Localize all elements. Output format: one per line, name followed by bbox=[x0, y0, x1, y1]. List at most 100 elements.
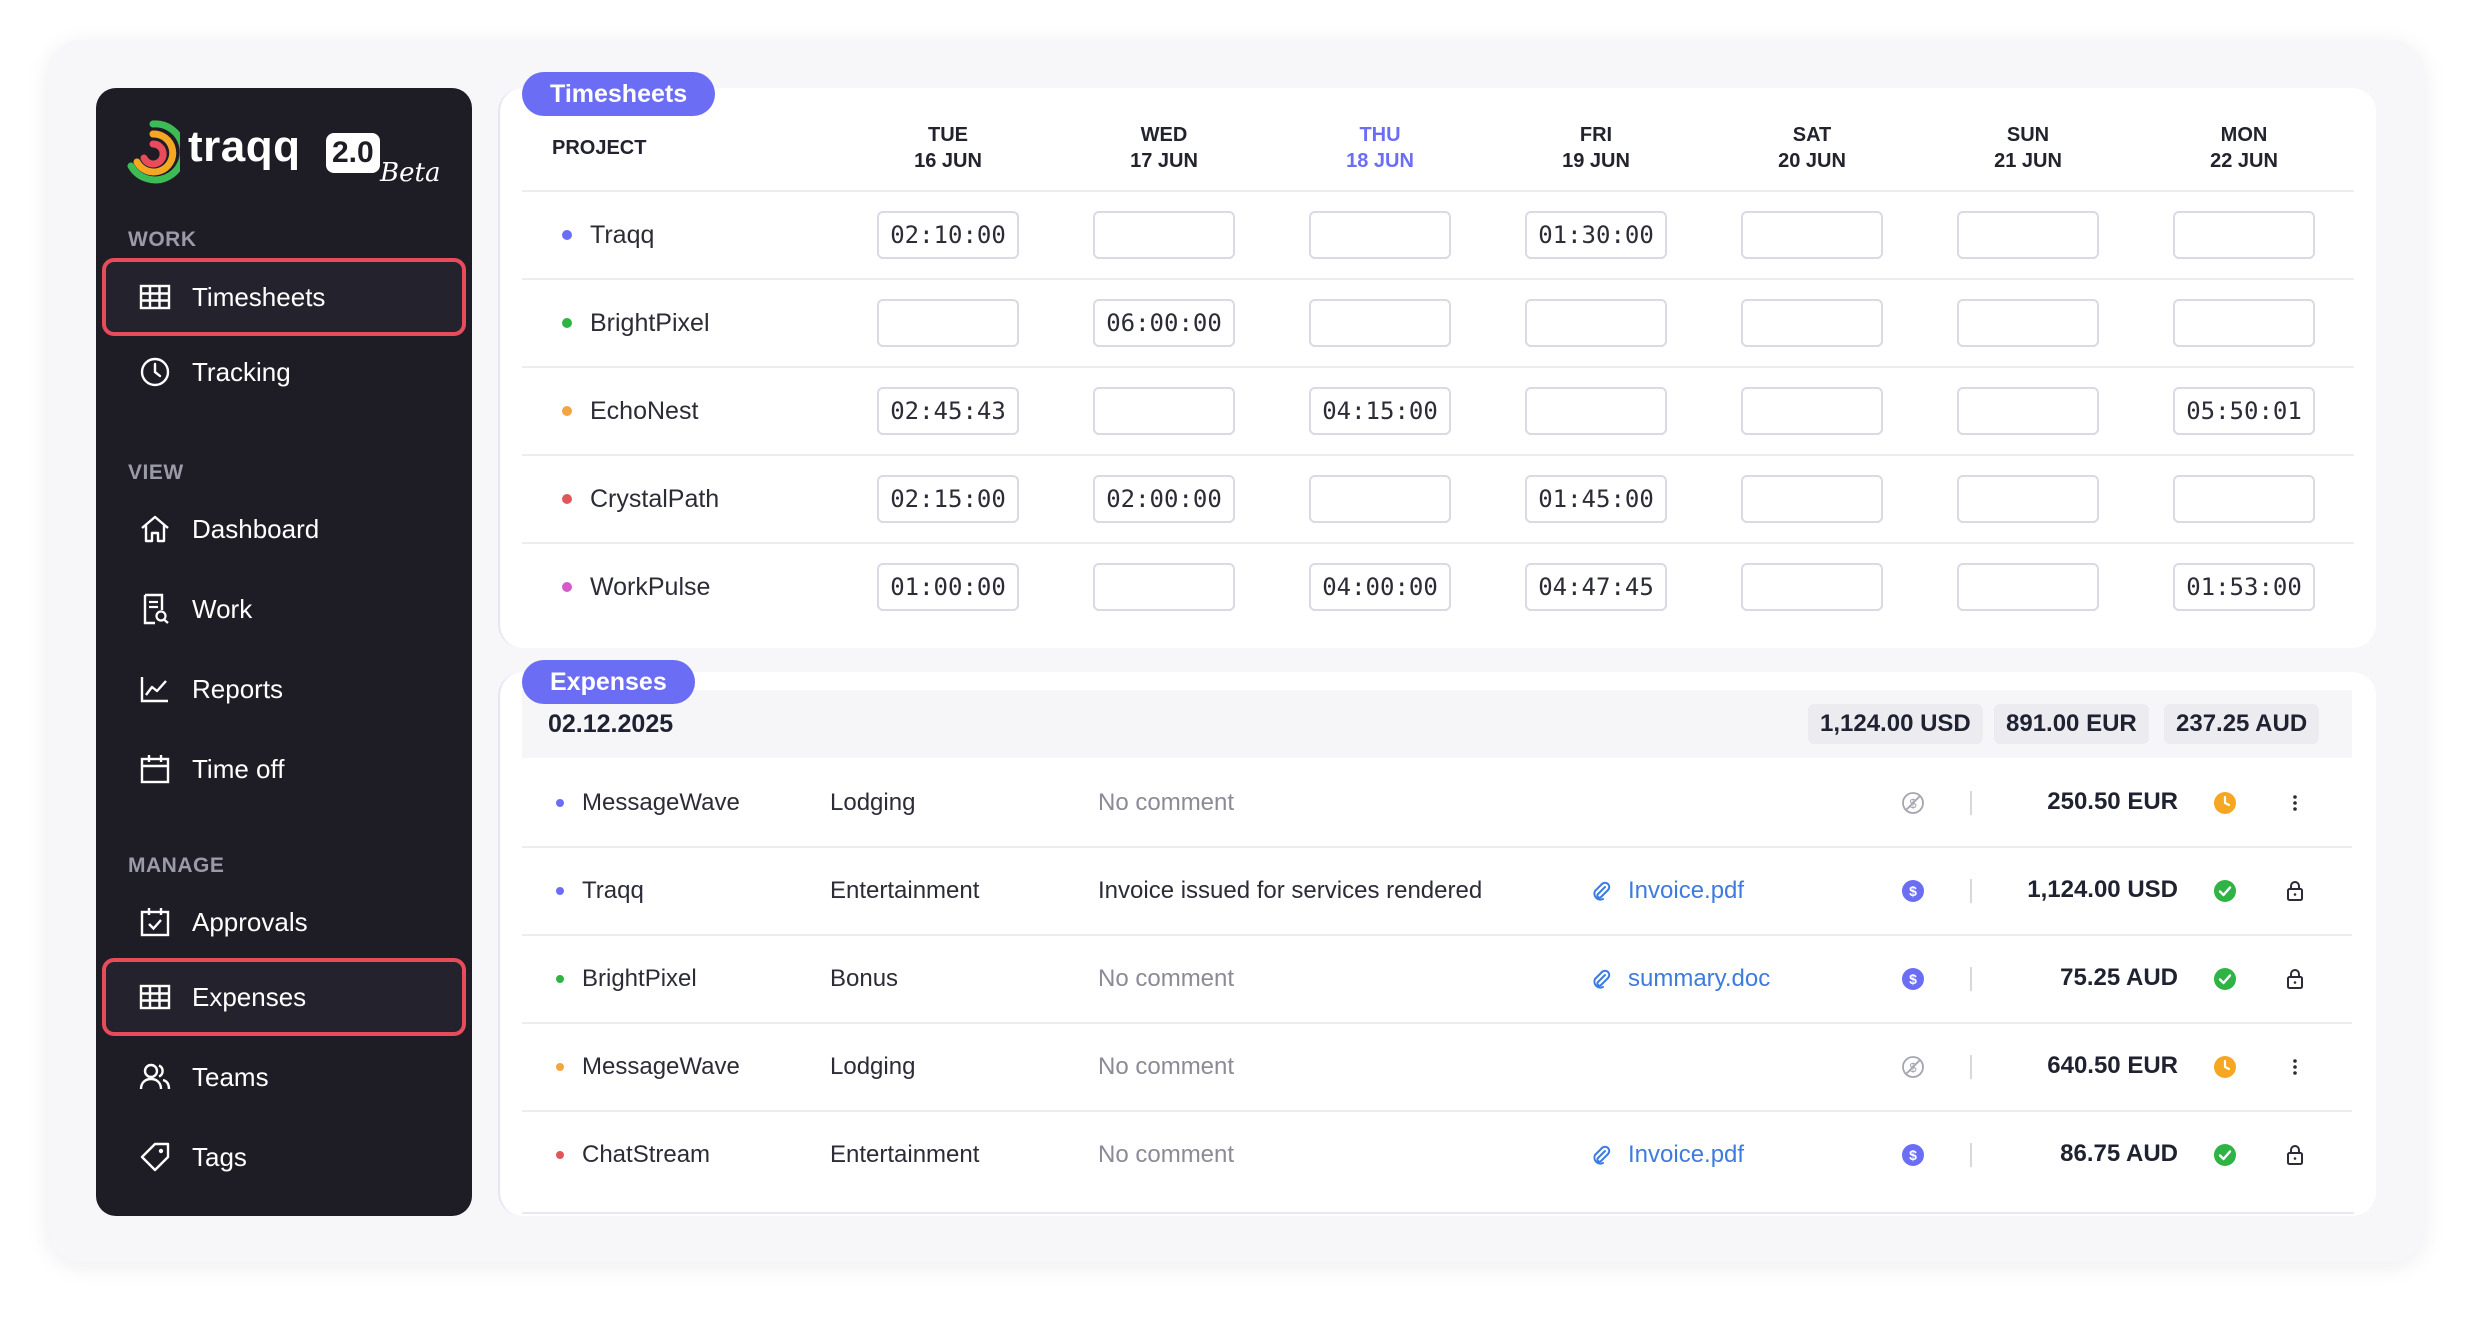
time-input-thu[interactable] bbox=[1309, 475, 1451, 523]
sidebar-item-tracking[interactable]: Tracking bbox=[102, 333, 466, 411]
time-input-sat[interactable] bbox=[1741, 211, 1883, 259]
time-input-fri[interactable]: 01:30:00 bbox=[1525, 211, 1667, 259]
time-input-tue[interactable]: 02:15:00 bbox=[877, 475, 1019, 523]
attachment-link[interactable]: Invoice.pdf bbox=[1590, 876, 1744, 906]
time-input-sat[interactable] bbox=[1741, 475, 1883, 523]
approved-check-icon bbox=[2214, 968, 2236, 990]
sidebar-item-label: Reports bbox=[192, 673, 284, 704]
total-aud-badge: 237.25 AUD bbox=[2164, 704, 2320, 744]
sidebar-item-teams[interactable]: Teams bbox=[102, 1038, 466, 1116]
billable-dollar-icon[interactable]: $ bbox=[1900, 1142, 1926, 1168]
time-input-fri[interactable]: 04:47:45 bbox=[1525, 563, 1667, 611]
sidebar-item-label: Time off bbox=[192, 753, 285, 784]
sidebar-item-timesheets[interactable]: Timesheets bbox=[102, 258, 466, 336]
time-input-sat[interactable] bbox=[1741, 563, 1883, 611]
attachment-filename[interactable]: Invoice.pdf bbox=[1628, 877, 1744, 905]
day-header-tue: TUE 16 JUN bbox=[914, 124, 982, 172]
billable-dollar-icon[interactable]: $ bbox=[1900, 966, 1926, 992]
users-icon bbox=[139, 1063, 171, 1090]
lock-icon[interactable] bbox=[2282, 1142, 2308, 1168]
lock-icon[interactable] bbox=[2282, 878, 2308, 904]
day-header-sun: SUN 21 JUN bbox=[1994, 124, 2062, 172]
time-input-mon[interactable]: 01:53:00 bbox=[2173, 563, 2315, 611]
sidebar-item-tags[interactable]: Tags bbox=[102, 1118, 466, 1196]
line-chart-icon bbox=[140, 677, 168, 703]
time-input-fri[interactable] bbox=[1525, 387, 1667, 435]
time-input-fri[interactable]: 01:45:00 bbox=[1525, 475, 1667, 523]
section-label-view: VIEW bbox=[128, 461, 184, 484]
day-header-fri: FRI 19 JUN bbox=[1562, 124, 1630, 172]
expense-comment: No comment bbox=[1098, 789, 1235, 816]
time-input-tue[interactable]: 02:45:43 bbox=[877, 387, 1019, 435]
approved-check-icon bbox=[2214, 880, 2236, 902]
attachment-link[interactable]: Invoice.pdf bbox=[1590, 1140, 1744, 1170]
time-input-wed[interactable] bbox=[1093, 563, 1235, 611]
attachment-filename[interactable]: Invoice.pdf bbox=[1628, 1141, 1744, 1169]
time-input-tue[interactable]: 01:00:00 bbox=[877, 563, 1019, 611]
sidebar-item-expenses[interactable]: Expenses bbox=[102, 958, 466, 1036]
expense-project: Traqq bbox=[556, 876, 644, 906]
sidebar-item-work[interactable]: Work bbox=[102, 570, 466, 648]
time-input-mon[interactable] bbox=[2173, 475, 2315, 523]
grid-icon bbox=[139, 984, 171, 1010]
divider bbox=[522, 934, 2352, 936]
total-eur-badge: 891.00 EUR bbox=[1994, 704, 2149, 744]
sidebar-item-approvals[interactable]: Approvals bbox=[102, 883, 466, 961]
time-input-wed[interactable] bbox=[1093, 211, 1235, 259]
divider bbox=[522, 1022, 2352, 1024]
lock-icon[interactable] bbox=[2282, 966, 2308, 992]
time-input-thu[interactable] bbox=[1309, 299, 1451, 347]
time-input-thu[interactable] bbox=[1309, 211, 1451, 259]
time-input-mon[interactable] bbox=[2173, 211, 2315, 259]
sidebar-item-label: Timesheets bbox=[192, 281, 326, 312]
time-input-mon[interactable]: 05:50:01 bbox=[2173, 387, 2315, 435]
billable-dollar-icon[interactable]: $ bbox=[1900, 878, 1926, 904]
non-billable-icon[interactable]: $ bbox=[1900, 1054, 1926, 1080]
sidebar-item-dashboard[interactable]: Dashboard bbox=[102, 490, 466, 568]
expense-comment: No comment bbox=[1098, 965, 1235, 992]
divider bbox=[522, 454, 2354, 456]
expense-project: ChatStream bbox=[556, 1140, 710, 1170]
sidebar-item-time-off[interactable]: Time off bbox=[102, 730, 466, 808]
time-input-sat[interactable] bbox=[1741, 387, 1883, 435]
grid-icon bbox=[139, 284, 171, 310]
time-input-sun[interactable] bbox=[1957, 475, 2099, 523]
project-label: CrystalPath bbox=[590, 484, 720, 513]
logo-wordmark: traqq bbox=[188, 122, 301, 171]
time-input-wed[interactable]: 06:00:00 bbox=[1093, 299, 1235, 347]
timesheets-tab[interactable]: Timesheets bbox=[522, 72, 716, 116]
expense-amount: 640.50 EUR bbox=[2047, 1052, 2178, 1079]
calendar-icon bbox=[140, 755, 170, 784]
time-input-sat[interactable] bbox=[1741, 299, 1883, 347]
svg-text:$: $ bbox=[1909, 1060, 1917, 1075]
time-input-thu[interactable]: 04:15:00 bbox=[1309, 387, 1451, 435]
time-input-sun[interactable] bbox=[1957, 563, 2099, 611]
section-label-manage: MANAGE bbox=[128, 854, 225, 877]
document-search-icon bbox=[143, 593, 169, 625]
divider bbox=[522, 278, 2354, 280]
project-label: Traqq bbox=[590, 220, 655, 249]
expenses-tab[interactable]: Expenses bbox=[522, 660, 695, 704]
paperclip-icon bbox=[1593, 881, 1611, 901]
more-icon[interactable] bbox=[2282, 790, 2308, 816]
attachment-filename[interactable]: summary.doc bbox=[1628, 965, 1770, 993]
time-input-sun[interactable] bbox=[1957, 299, 2099, 347]
project-color-dot bbox=[556, 799, 564, 807]
project-name: EchoNest bbox=[562, 396, 698, 426]
pending-clock-icon bbox=[2214, 1056, 2236, 1078]
time-input-mon[interactable] bbox=[2173, 299, 2315, 347]
time-input-wed[interactable]: 02:00:00 bbox=[1093, 475, 1235, 523]
time-input-sun[interactable] bbox=[1957, 387, 2099, 435]
time-input-thu[interactable]: 04:00:00 bbox=[1309, 563, 1451, 611]
expense-amount: 86.75 AUD bbox=[2060, 1140, 2178, 1167]
more-icon[interactable] bbox=[2282, 1054, 2308, 1080]
time-input-tue[interactable] bbox=[877, 299, 1019, 347]
time-input-sun[interactable] bbox=[1957, 211, 2099, 259]
attachment-link[interactable]: summary.doc bbox=[1590, 964, 1770, 994]
non-billable-icon[interactable]: $ bbox=[1900, 790, 1926, 816]
sidebar-item-reports[interactable]: Reports bbox=[102, 650, 466, 728]
time-input-fri[interactable] bbox=[1525, 299, 1667, 347]
time-input-wed[interactable] bbox=[1093, 387, 1235, 435]
time-input-tue[interactable]: 02:10:00 bbox=[877, 211, 1019, 259]
sidebar-item-label: Teams bbox=[192, 1061, 269, 1092]
